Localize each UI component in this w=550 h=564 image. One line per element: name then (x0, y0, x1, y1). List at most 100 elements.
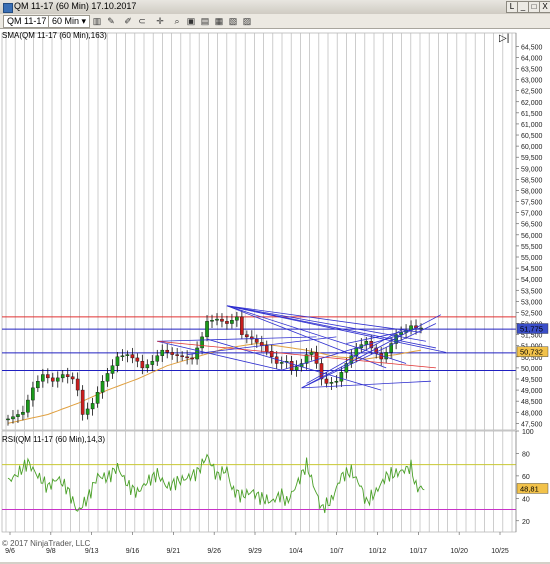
price-ytick-label: 64,000 (521, 55, 543, 62)
candle-body (379, 353, 383, 360)
indicators-icon[interactable]: ▤ (200, 16, 210, 26)
x-tick-label: 9/6 (5, 548, 15, 555)
price-ytick-label: 63,500 (521, 66, 543, 73)
copyright-label: © 2017 NinjaTrader, LLC (2, 539, 91, 548)
candle-body (175, 354, 179, 356)
crosshair-icon[interactable]: ✛ (155, 16, 165, 26)
candle-body (16, 414, 20, 417)
pencil-icon[interactable]: ✎ (106, 16, 116, 26)
candle-body (264, 345, 269, 352)
candle-body (36, 381, 40, 389)
price-ytick-label: 48,000 (521, 410, 543, 417)
candle-body (46, 374, 50, 379)
candle-body (21, 412, 25, 415)
candle-body (200, 336, 204, 349)
price-ytick-label: 52,500 (521, 310, 543, 317)
candle-body (130, 354, 135, 359)
price-ytick-label: 60,000 (521, 144, 543, 151)
candle-body (230, 320, 234, 324)
close-button[interactable]: X (539, 1, 550, 13)
price-ytick-label: 57,000 (521, 211, 543, 218)
x-tick-label: 9/29 (248, 548, 262, 555)
candle-body (41, 374, 45, 382)
candle-body (140, 361, 145, 369)
candle-body (85, 408, 90, 415)
chart-trader-icon[interactable]: ▨ (242, 16, 252, 26)
candle-body (80, 389, 85, 415)
candle-body (235, 316, 239, 321)
candle-body (324, 378, 329, 384)
candle-body (180, 355, 184, 358)
price-ytick-label: 62,000 (521, 100, 543, 107)
price-ytick-label: 58,500 (521, 177, 543, 184)
template-icon[interactable]: ▧ (228, 16, 238, 26)
chart-svg[interactable]: 47,50048,00048,50049,00049,50050,00050,5… (0, 29, 550, 562)
last-price-marker-text: 51,775 (520, 325, 543, 334)
draw-tool-icon[interactable]: ✐ (123, 16, 133, 26)
price-ytick-label: 50,000 (521, 366, 543, 373)
price-ytick-label: 60,500 (521, 133, 543, 140)
chart-area[interactable]: 47,500 48,000 48,500 49,000 49,500 50,000 50,5… (0, 29, 550, 562)
price-ytick-label: 63,000 (521, 78, 543, 85)
chart-toolbar: QM 11-17 ▾ 60 Min ▾ ▥ ✎ ✐ ⊂ ✛ ⌕ ▣ ▤ ▦ ▧ … (0, 14, 550, 29)
x-tick-label: 9/8 (46, 548, 56, 555)
strategy-icon[interactable]: ▦ (214, 16, 224, 26)
sma-value-marker-text: 50,732 (520, 348, 543, 357)
candle-body (245, 334, 249, 338)
x-tick-label: 9/21 (167, 548, 181, 555)
zoom-icon[interactable]: ⌕ (172, 16, 182, 26)
candle-body (384, 352, 388, 360)
magnet-icon[interactable]: ⊂ (137, 16, 147, 26)
price-ytick-label: 54,500 (521, 266, 543, 273)
x-tick-label: 9/16 (126, 548, 140, 555)
price-ytick-label: 61,500 (521, 111, 543, 118)
window-titlebar: QM 11-17 (60 Min) 17.10.2017 L _ □ X (0, 0, 550, 15)
interval-selector[interactable]: 60 Min ▾ (48, 15, 91, 28)
candle-body (125, 354, 130, 356)
candle-body (364, 341, 369, 345)
candle-body (100, 381, 105, 393)
rsi-value-marker-text: 48,81 (520, 484, 539, 493)
candle-body (60, 374, 65, 379)
candle-body (329, 382, 334, 384)
price-ytick-label: 49,500 (521, 377, 543, 384)
candle-body (289, 361, 294, 371)
rsi-ytick-label: 20 (522, 519, 530, 526)
x-tick-label: 10/25 (491, 548, 509, 555)
rsi-panel-frame (1, 430, 517, 533)
price-ytick-label: 54,000 (521, 277, 543, 284)
window-title: QM 11-17 (60 Min) 17.10.2017 (14, 1, 137, 11)
candle-body (294, 366, 299, 371)
price-ytick-label: 56,500 (521, 222, 543, 229)
bar-type-icon[interactable]: ▥ (92, 16, 102, 26)
x-tick-label: 10/12 (369, 548, 387, 555)
price-ytick-label: 56,000 (521, 233, 543, 240)
candle-body (240, 316, 244, 335)
candle-body (279, 362, 284, 364)
interval-label: 60 Min (52, 16, 80, 26)
candle-body (11, 416, 15, 420)
candle-body (190, 357, 194, 360)
price-ytick-label: 47,500 (521, 421, 543, 428)
price-ytick-label: 57,500 (521, 200, 543, 207)
price-ytick-label: 55,500 (521, 244, 543, 251)
x-tick-label: 10/4 (289, 548, 303, 555)
price-ytick-label: 61,000 (521, 122, 543, 129)
candle-body (145, 364, 150, 369)
app-icon (3, 3, 13, 13)
candle-body (205, 321, 209, 338)
collapse-panel-icon[interactable]: ▷| (499, 34, 511, 44)
rsi-ytick-label: 80 (522, 451, 530, 458)
x-tick-label: 10/17 (410, 548, 428, 555)
properties-icon[interactable]: ▣ (186, 16, 196, 26)
candle-body (170, 352, 175, 355)
candle-body (31, 387, 35, 401)
rsi-ytick-label: 40 (522, 496, 530, 503)
candle-body (254, 338, 259, 343)
candle-body (150, 361, 155, 365)
candle-body (95, 392, 100, 404)
price-ytick-label: 48,500 (521, 399, 543, 406)
price-ytick-label: 53,500 (521, 288, 543, 295)
candle-body (115, 356, 120, 366)
price-ytick-label: 53,000 (521, 299, 543, 306)
